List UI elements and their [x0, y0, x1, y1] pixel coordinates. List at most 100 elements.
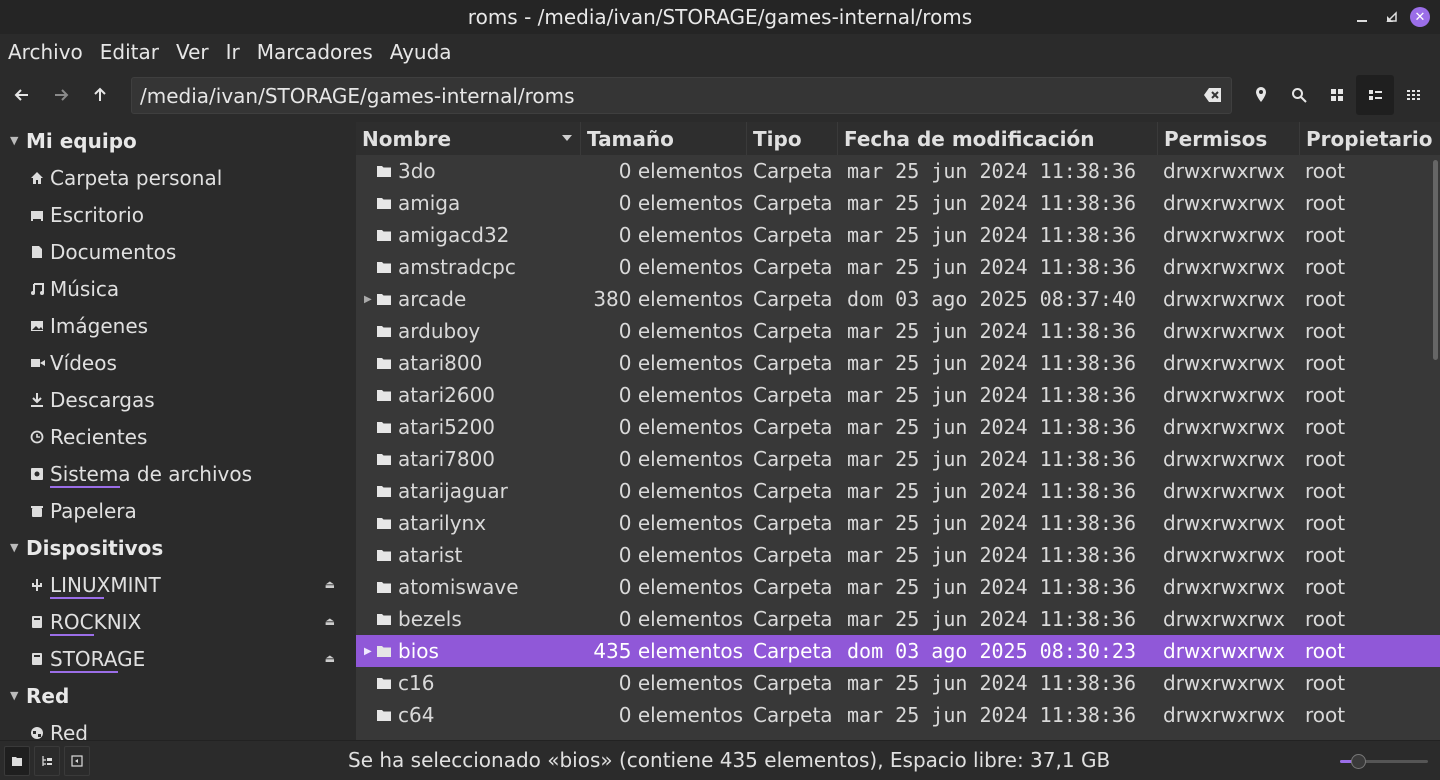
path-bar[interactable]: /media/ivan/STORAGE/games-internal/roms	[131, 77, 1232, 114]
table-row[interactable]: atarilynx 0 elementos Carpeta mar 25 jun 20…	[356, 507, 1440, 539]
table-row[interactable]: arduboy 0 elementos Carpeta mar 25 jun 2024…	[356, 315, 1440, 347]
menu-ayuda[interactable]: Ayuda	[390, 40, 452, 64]
sidebar-item-descargas[interactable]: Descargas	[0, 381, 355, 418]
sidebar-item-sistema-de-archivos[interactable]: Sistema de archivos	[0, 455, 355, 492]
compact-view-button[interactable]	[1394, 75, 1432, 115]
cell-type: Carpeta	[753, 319, 833, 343]
sidebar-item-escritorio[interactable]: Escritorio	[0, 196, 355, 233]
list-view-button[interactable]	[1356, 75, 1394, 115]
table-row[interactable]: c64 0 elementos Carpeta mar 25 jun 2024 11:…	[356, 699, 1440, 731]
sidebar-item-label: Sistema de archivos	[50, 461, 253, 488]
sidebar-item-papelera[interactable]: Papelera	[0, 492, 355, 529]
folder-icon	[377, 326, 391, 337]
zoom-slider[interactable]	[1340, 754, 1428, 769]
section-dispositivos[interactable]: ▼ Dispositivos	[0, 529, 355, 566]
expand-triangle-icon[interactable]: ▶	[364, 294, 372, 305]
sidebar-item-documentos[interactable]: Documentos	[0, 233, 355, 270]
sidebar-item-label: Descargas	[50, 387, 155, 412]
table-row[interactable]: atarijaguar 0 elementos Carpeta mar 25 jun …	[356, 475, 1440, 507]
location-button[interactable]	[1242, 75, 1280, 115]
table-row[interactable]: atarist 0 elementos Carpeta mar 25 jun 2024…	[356, 539, 1440, 571]
folder-icon	[377, 294, 391, 305]
table-row[interactable]: ▶ arcade 380 elementos Carpeta dom 03 ago 20…	[356, 283, 1440, 315]
column-size[interactable]: Tamaño	[581, 122, 747, 155]
cell-owner: root	[1305, 671, 1346, 695]
table-row[interactable]: atari5200 0 elementos Carpeta mar 25 jun 20…	[356, 411, 1440, 443]
tree-toggle-button[interactable]	[34, 746, 60, 776]
column-owner[interactable]: Propietario	[1300, 122, 1440, 155]
cell-type: Carpeta	[753, 479, 833, 503]
document-icon	[30, 245, 50, 259]
cell-size: 0 elementos	[618, 319, 743, 343]
menu-ir[interactable]: Ir	[226, 40, 240, 64]
table-row[interactable]: atari7800 0 elementos Carpeta mar 25 jun 20…	[356, 443, 1440, 475]
sidebar-item-musica[interactable]: Música	[0, 270, 355, 307]
menu-marcadores[interactable]: Marcadores	[257, 40, 373, 64]
section-title: Mi equipo	[26, 128, 137, 153]
sidebar-item-rocknix[interactable]: ROCKNIX ⏏	[0, 603, 355, 640]
menu-ver[interactable]: Ver	[176, 40, 209, 64]
clear-path-icon[interactable]	[1203, 86, 1223, 104]
sidebar-item-red[interactable]: Red	[0, 714, 355, 740]
list-icon	[1369, 90, 1382, 100]
cell-owner: root	[1305, 479, 1346, 503]
section-mi-equipo[interactable]: ▼ Mi equipo	[0, 122, 355, 159]
table-row[interactable]: c16 0 elementos Carpeta mar 25 jun 2024 11:…	[356, 667, 1440, 699]
collapse-triangle-icon: ▼	[10, 541, 19, 554]
forward-button[interactable]	[42, 76, 80, 114]
eject-icon[interactable]: ⏏	[325, 615, 335, 628]
eject-icon[interactable]: ⏏	[325, 578, 335, 591]
search-button[interactable]	[1280, 75, 1318, 115]
maximize-icon	[1386, 11, 1397, 22]
cell-owner: root	[1305, 191, 1346, 215]
vertical-scrollbar[interactable]	[1433, 160, 1438, 360]
column-type[interactable]: Tipo	[747, 122, 838, 155]
table-row[interactable]: ▶ bios 435 elementos Carpeta dom 03 ago 2025…	[356, 635, 1440, 667]
sidebar-item-linuxmint[interactable]: LINUXMINT ⏏	[0, 566, 355, 603]
cell-name: amstradcpc	[356, 255, 581, 279]
window-controls: ✕	[1350, 5, 1430, 29]
table-row[interactable]: bezels 0 elementos Carpeta mar 25 jun 2024 …	[356, 603, 1440, 635]
sidebar-item-videos[interactable]: Vídeos	[0, 344, 355, 381]
window-title: roms - /media/ivan/STORAGE/games-interna…	[467, 5, 973, 29]
hide-sidebar-button[interactable]	[64, 746, 90, 776]
table-row[interactable]: amigacd32 0 elementos Carpeta mar 25 jun 20…	[356, 219, 1440, 251]
sidebar-item-carpeta-personal[interactable]: Carpeta personal	[0, 159, 355, 196]
column-name[interactable]: Nombre	[356, 122, 581, 155]
sidebar-item-storage[interactable]: STORAGE ⏏	[0, 640, 355, 677]
menu-editar[interactable]: Editar	[100, 40, 159, 64]
menu-archivo[interactable]: Archivo	[8, 40, 83, 64]
cell-date: mar 25 jun 2024 11:38:36	[847, 671, 1136, 695]
expand-triangle-icon[interactable]: ▶	[364, 646, 372, 657]
table-row[interactable]: atari800 0 elementos Carpeta mar 25 jun 202…	[356, 347, 1440, 379]
eject-icon[interactable]: ⏏	[325, 652, 335, 665]
places-toggle-button[interactable]	[4, 746, 30, 776]
table-row[interactable]: atomiswave 0 elementos Carpeta mar 25 jun 2…	[356, 571, 1440, 603]
disk-icon	[30, 615, 50, 629]
file-name: bios	[398, 639, 439, 663]
close-button[interactable]: ✕	[1410, 7, 1430, 27]
maximize-button[interactable]	[1380, 5, 1404, 29]
clock-icon	[30, 430, 50, 444]
table-row[interactable]: 3do 0 elementos Carpeta mar 25 jun 2024 11:…	[356, 155, 1440, 187]
sidebar-item-imagenes[interactable]: Imágenes	[0, 307, 355, 344]
cell-type: Carpeta	[753, 191, 833, 215]
cell-permissions: drwxrwxrwx	[1163, 543, 1285, 567]
up-button[interactable]	[81, 76, 119, 114]
cell-size: 0 elementos	[618, 703, 743, 727]
path-input[interactable]: /media/ivan/STORAGE/games-internal/roms	[140, 84, 575, 108]
table-row[interactable]: amstradcpc 0 elementos Carpeta mar 25 jun 2…	[356, 251, 1440, 283]
column-date[interactable]: Fecha de modificación	[838, 122, 1158, 155]
icon-view-button[interactable]	[1318, 75, 1356, 115]
section-red[interactable]: ▼ Red	[0, 677, 355, 714]
table-row[interactable]: amiga 0 elementos Carpeta mar 25 jun 2024 1…	[356, 187, 1440, 219]
column-permissions[interactable]: Permisos	[1158, 122, 1300, 155]
cell-type: Carpeta	[753, 383, 833, 407]
cell-name: atari800	[356, 351, 581, 375]
table-row[interactable]: atari2600 0 elementos Carpeta mar 25 jun 20…	[356, 379, 1440, 411]
file-name: bezels	[398, 607, 462, 631]
minimize-button[interactable]	[1350, 5, 1374, 29]
sidebar-item-recientes[interactable]: Recientes	[0, 418, 355, 455]
back-button[interactable]	[3, 76, 41, 114]
zoom-slider-handle[interactable]	[1350, 754, 1366, 769]
